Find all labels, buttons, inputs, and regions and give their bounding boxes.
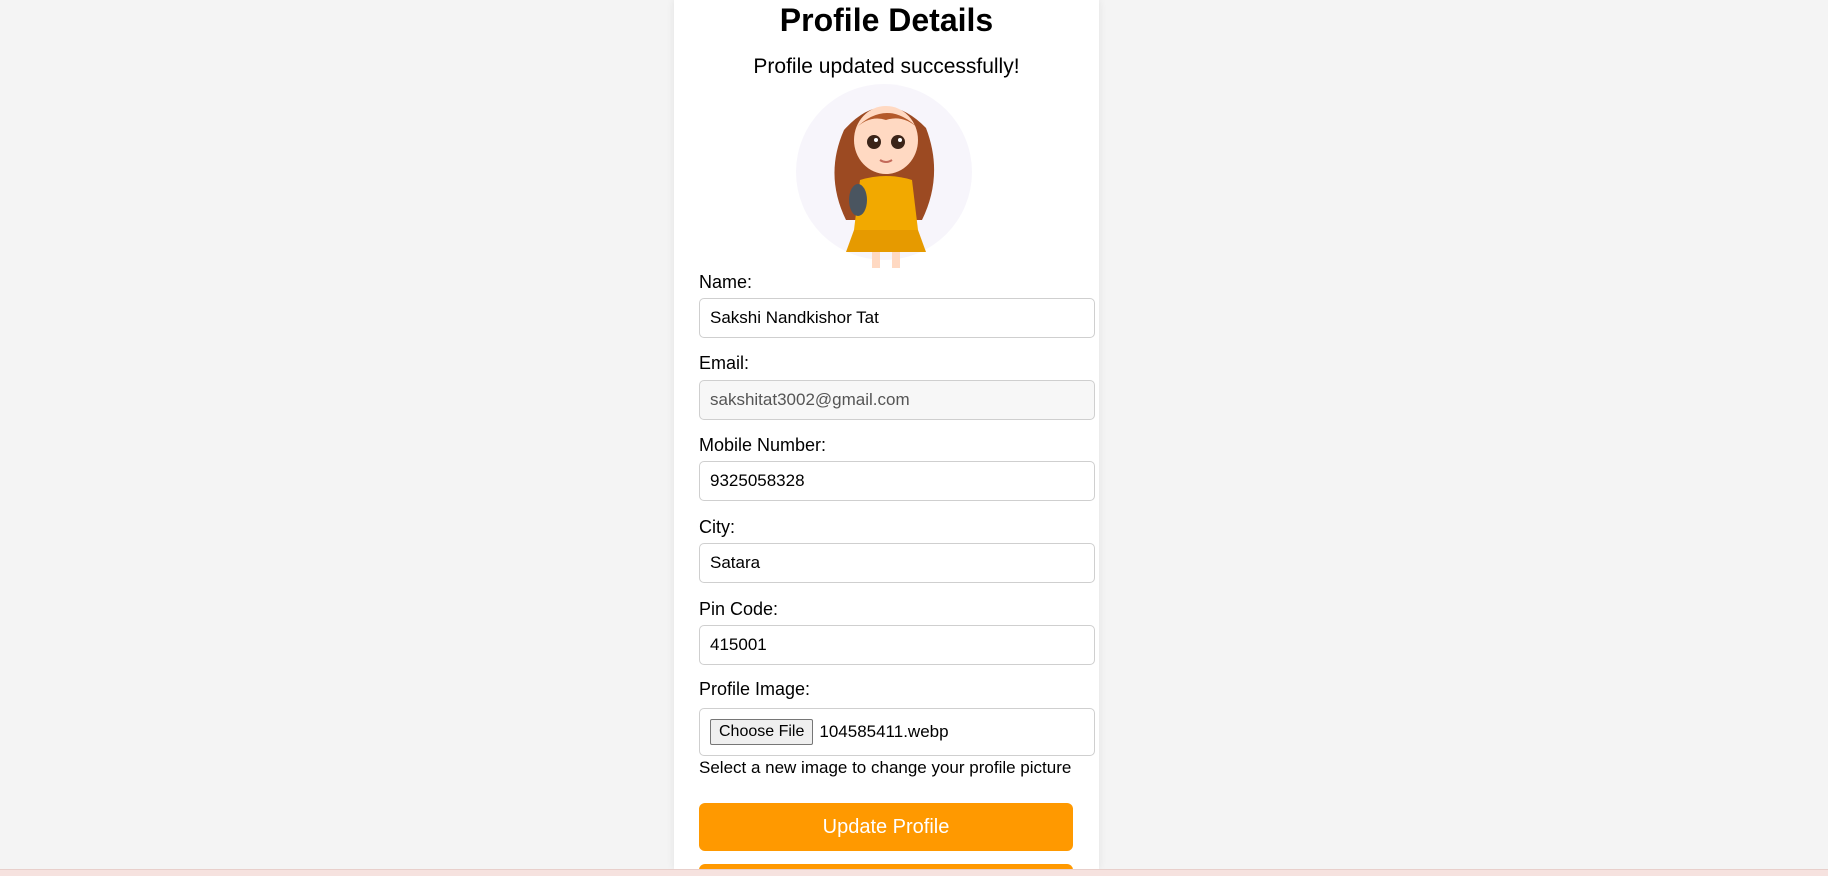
page: Profile Details Profile updated successf… xyxy=(0,0,1828,876)
profile-card: Profile Details Profile updated successf… xyxy=(674,0,1099,869)
email-input[interactable]: sakshitat3002@gmail.com xyxy=(699,380,1095,420)
page-title: Profile Details xyxy=(779,2,994,38)
profile-image-label: Profile Image: xyxy=(699,679,811,699)
city-input[interactable]: Satara xyxy=(699,543,1095,583)
pincode-label: Pin Code: xyxy=(699,599,779,619)
update-profile-button[interactable]: Update Profile xyxy=(699,803,1073,851)
choose-file-button[interactable]: Choose File xyxy=(710,719,814,745)
name-input[interactable]: Sakshi Nandkishor Tat xyxy=(699,298,1095,338)
pincode-input[interactable]: 415001 xyxy=(699,625,1095,665)
selected-file-name: 104585411.webp xyxy=(819,722,949,741)
profile-image-field[interactable]: Choose File 104585411.webp xyxy=(699,708,1095,756)
mobile-input[interactable]: 9325058328 xyxy=(699,461,1095,501)
profile-image-hint: Select a new image to change your profil… xyxy=(699,758,1072,777)
mobile-label: Mobile Number: xyxy=(699,435,827,455)
name-label: Name: xyxy=(699,272,753,292)
bottom-edge xyxy=(0,869,1828,876)
email-label: Email: xyxy=(699,353,750,373)
city-label: City: xyxy=(699,517,735,537)
success-message: Profile updated successfully! xyxy=(753,55,1020,78)
profile-avatar xyxy=(796,84,972,268)
